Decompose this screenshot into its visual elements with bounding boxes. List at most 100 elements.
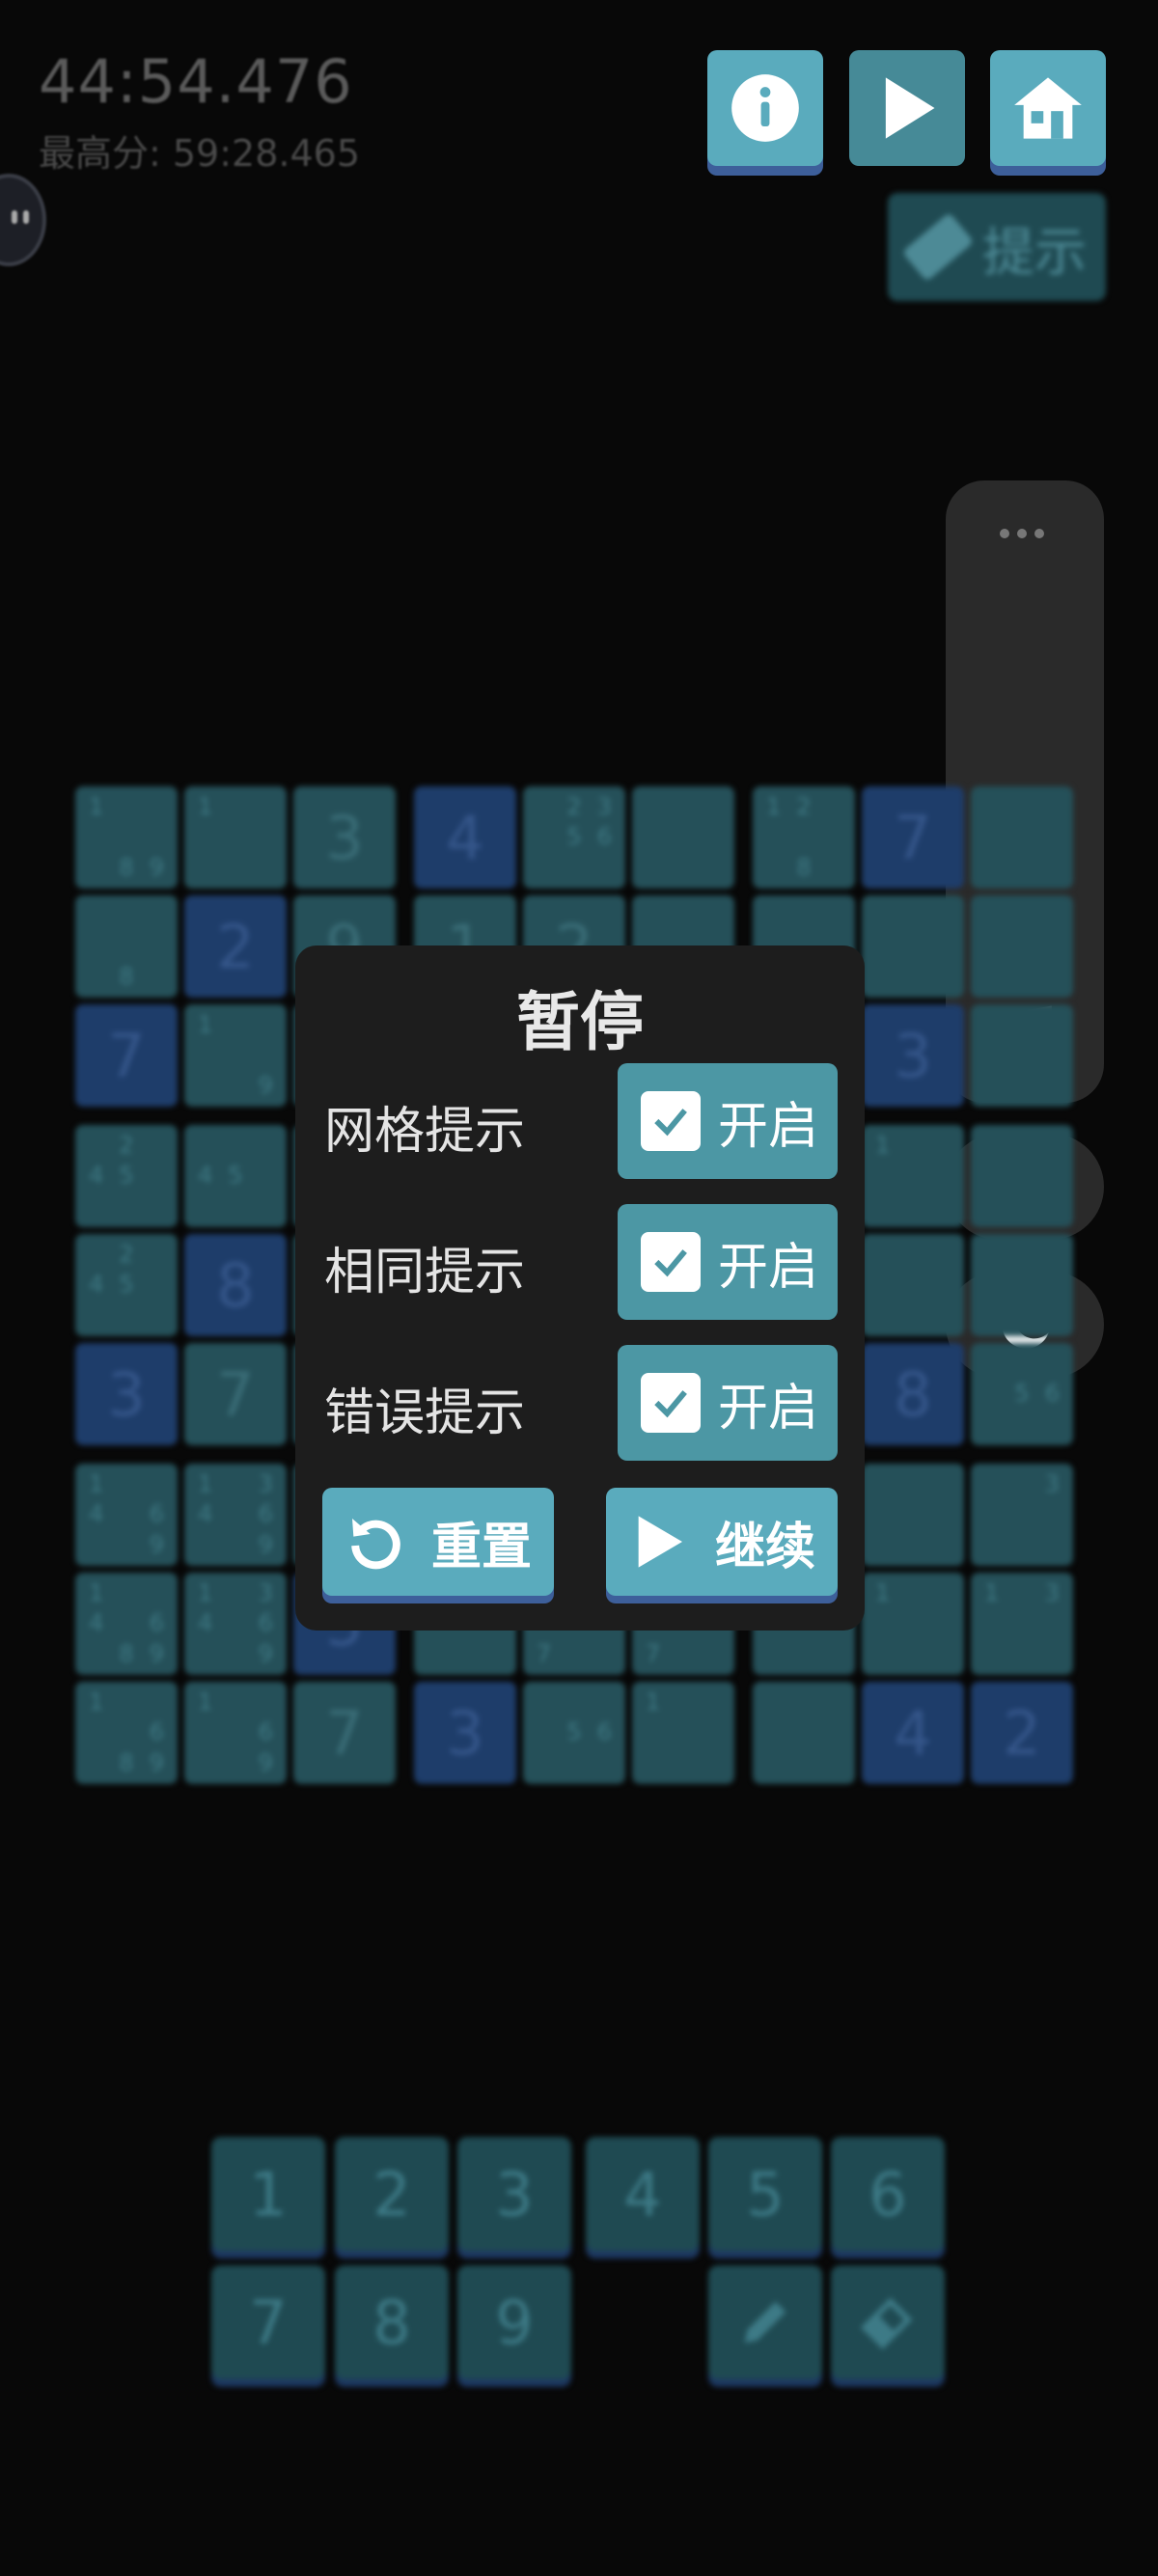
sudoku-cell[interactable]: 245 bbox=[75, 1234, 178, 1336]
sudoku-cell[interactable]: 3 bbox=[293, 786, 396, 889]
sudoku-cell[interactable]: 1 bbox=[862, 1125, 964, 1227]
sudoku-cell[interactable]: 2 bbox=[971, 1682, 1073, 1784]
sudoku-cell[interactable]: 8 bbox=[862, 1343, 964, 1445]
note-digit bbox=[142, 1131, 172, 1161]
pencil-button[interactable] bbox=[708, 2265, 822, 2379]
sudoku-cell[interactable]: 1 bbox=[862, 1573, 964, 1675]
grid-hint-toggle[interactable]: 开启 bbox=[618, 1063, 838, 1179]
note-digit bbox=[928, 1131, 958, 1161]
toggle-label: 开启 bbox=[718, 1238, 819, 1297]
note-digit: 6 bbox=[149, 1500, 164, 1528]
note-digit bbox=[220, 1748, 250, 1778]
sudoku-cell[interactable]: 3 bbox=[75, 1343, 178, 1445]
note-digit bbox=[251, 1040, 281, 1070]
number-key[interactable]: 8 bbox=[335, 2265, 449, 2379]
number-key[interactable]: 3 bbox=[457, 2137, 571, 2251]
note-digit bbox=[111, 931, 141, 961]
sudoku-cell[interactable]: 12 8 bbox=[753, 786, 855, 889]
sudoku-cell[interactable] bbox=[862, 895, 964, 998]
sudoku-cell[interactable]: 1 3 4 69 bbox=[184, 1464, 287, 1566]
sudoku-cell[interactable]: 1 69 bbox=[184, 1682, 287, 1784]
same-hint-toggle[interactable]: 开启 bbox=[618, 1204, 838, 1320]
sudoku-cell[interactable]: 3 bbox=[862, 1004, 964, 1107]
note-digit bbox=[977, 1639, 1006, 1669]
sudoku-cell[interactable] bbox=[971, 895, 1073, 998]
sudoku-cell[interactable]: 7 bbox=[293, 1682, 396, 1784]
number-key[interactable]: 6 bbox=[831, 2137, 945, 2251]
sudoku-cell[interactable] bbox=[862, 1464, 964, 1566]
cell-notes: 56 bbox=[529, 1687, 620, 1778]
note-digit bbox=[81, 1530, 111, 1560]
number-key[interactable]: 4 bbox=[586, 2137, 700, 2251]
number-key[interactable]: 2 bbox=[335, 2137, 449, 2251]
note-digit bbox=[190, 1040, 220, 1070]
more-icon[interactable] bbox=[1000, 529, 1044, 538]
sudoku-cell[interactable] bbox=[971, 1004, 1073, 1107]
sudoku-cell[interactable]: 56 bbox=[971, 1343, 1073, 1445]
pencil-icon bbox=[744, 2301, 786, 2343]
play-button[interactable] bbox=[849, 50, 965, 166]
reset-label: 重置 bbox=[430, 1518, 532, 1576]
sudoku-cell[interactable]: 3 bbox=[414, 1682, 516, 1784]
note-digit bbox=[220, 1717, 250, 1747]
number-key[interactable]: 9 bbox=[457, 2265, 571, 2379]
sudoku-cell[interactable]: 7 bbox=[75, 1004, 178, 1107]
sudoku-cell[interactable]: 1689 bbox=[75, 1682, 178, 1784]
sudoku-cell[interactable] bbox=[971, 1125, 1073, 1227]
timer: 44:54.476 bbox=[39, 46, 353, 117]
sudoku-cell[interactable]: 4 bbox=[414, 786, 516, 889]
eraser-button[interactable] bbox=[831, 2265, 945, 2379]
sudoku-cell[interactable] bbox=[862, 1234, 964, 1336]
home-button[interactable] bbox=[990, 50, 1106, 166]
hint-button[interactable]: 提示 bbox=[888, 193, 1106, 301]
sudoku-cell[interactable] bbox=[753, 1682, 855, 1784]
sudoku-cell[interactable]: 56 bbox=[523, 1682, 625, 1784]
sudoku-cell[interactable]: 1 bbox=[632, 1682, 734, 1784]
refresh-icon bbox=[351, 1519, 400, 1570]
note-digit bbox=[220, 822, 250, 852]
note-digit: 2 bbox=[796, 793, 812, 820]
sudoku-cell[interactable]: 13 bbox=[971, 1573, 1073, 1675]
cell-notes: 1 bbox=[868, 1131, 958, 1221]
pause-dialog: 暂停 网格提示 开启 相同提示 开启 错误提示 开启 重置 继续 bbox=[295, 945, 865, 1631]
note-digit bbox=[897, 1131, 927, 1161]
sudoku-cell[interactable]: 1 bbox=[184, 786, 287, 889]
sudoku-cell[interactable]: 2 bbox=[184, 895, 287, 998]
sudoku-cell[interactable]: 8 bbox=[75, 895, 178, 998]
sudoku-cell[interactable] bbox=[971, 1234, 1073, 1336]
sudoku-cell[interactable]: 1 4 689 bbox=[75, 1573, 178, 1675]
note-digit bbox=[1006, 1639, 1036, 1669]
note-digit bbox=[529, 853, 559, 883]
sudoku-cell[interactable] bbox=[971, 786, 1073, 889]
number-key[interactable]: 5 bbox=[708, 2137, 822, 2251]
note-digit: 5 bbox=[566, 1718, 582, 1746]
note-digit bbox=[142, 1270, 172, 1300]
note-digit: 9 bbox=[149, 1530, 164, 1558]
info-button[interactable] bbox=[707, 50, 823, 166]
sudoku-cell[interactable]: 245 bbox=[75, 1125, 178, 1227]
avatar[interactable] bbox=[0, 174, 46, 266]
note-digit bbox=[111, 1301, 141, 1330]
home-icon bbox=[1014, 77, 1082, 139]
note-digit bbox=[897, 1639, 927, 1669]
sudoku-cell[interactable] bbox=[632, 786, 734, 889]
continue-button[interactable]: 继续 bbox=[606, 1488, 838, 1596]
sudoku-cell[interactable]: 7 bbox=[862, 786, 964, 889]
sudoku-cell[interactable]: 45 bbox=[184, 1125, 287, 1227]
sudoku-cell[interactable]: 2356 bbox=[523, 786, 625, 889]
info-icon bbox=[731, 74, 799, 142]
number-key[interactable]: 1 bbox=[211, 2137, 325, 2251]
sudoku-cell[interactable]: 7 bbox=[184, 1343, 287, 1445]
sudoku-cell[interactable]: 3 bbox=[971, 1464, 1073, 1566]
sudoku-cell[interactable]: 1 89 bbox=[75, 786, 178, 889]
sudoku-cell[interactable]: 1 3 4 69 bbox=[184, 1573, 287, 1675]
sudoku-cell[interactable]: 19 bbox=[184, 1004, 287, 1107]
error-hint-toggle[interactable]: 开启 bbox=[618, 1345, 838, 1461]
note-digit bbox=[220, 1192, 250, 1221]
sudoku-cell[interactable]: 1 4 69 bbox=[75, 1464, 178, 1566]
note-digit: 8 bbox=[119, 962, 134, 990]
number-key[interactable]: 7 bbox=[211, 2265, 325, 2379]
sudoku-cell[interactable]: 8 bbox=[184, 1234, 287, 1336]
sudoku-cell[interactable]: 4 bbox=[862, 1682, 964, 1784]
reset-button[interactable]: 重置 bbox=[322, 1488, 554, 1596]
